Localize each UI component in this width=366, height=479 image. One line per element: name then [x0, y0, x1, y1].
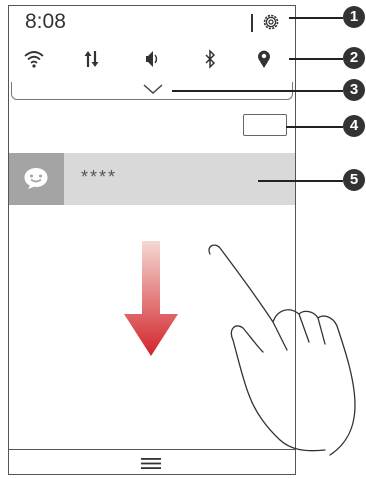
clear-notifications-button[interactable] [243, 114, 287, 136]
callout-2: 2 [343, 47, 365, 69]
callout-line-1 [289, 17, 343, 19]
volume-icon[interactable] [139, 48, 161, 70]
callout-5: 5 [343, 169, 365, 191]
bluetooth-icon[interactable] [199, 48, 221, 70]
swipe-down-arrow [124, 241, 178, 356]
status-time: 8:08 [25, 10, 66, 33]
quick-toggle-row [9, 40, 295, 80]
callout-3: 3 [343, 79, 365, 101]
callout-line-2 [289, 58, 343, 60]
status-bar: 8:08 [9, 6, 295, 38]
callout-1: 1 [343, 6, 365, 28]
callout-4: 4 [343, 115, 365, 137]
chevron-down-icon [143, 84, 163, 95]
status-separator [251, 14, 253, 32]
notification-app-tile [9, 153, 64, 205]
gear-icon[interactable] [261, 12, 281, 32]
callout-line-5 [258, 180, 343, 182]
data-transfer-icon[interactable] [81, 48, 103, 70]
hand-gesture-icon [208, 244, 356, 456]
callout-line-4 [286, 126, 343, 128]
wifi-icon[interactable] [23, 48, 45, 70]
menu-icon[interactable] [141, 458, 161, 469]
notification-item[interactable]: **** [9, 153, 295, 205]
notification-text: **** [81, 167, 118, 187]
callout-line-3 [172, 90, 343, 92]
location-icon[interactable] [253, 48, 275, 70]
message-bubble-icon [24, 168, 48, 189]
